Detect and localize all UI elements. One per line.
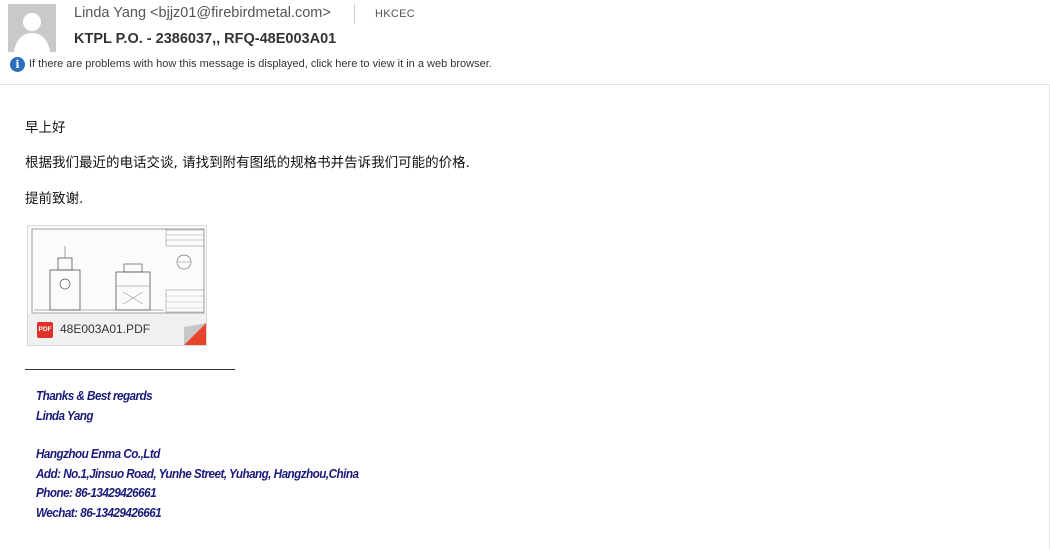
recipient-name[interactable]: HKCEC [375,8,415,20]
info-bar[interactable]: i If there are problems with how this me… [10,56,492,72]
attachment-footer[interactable]: PDF 48E003A01.PDF [28,314,206,345]
header-divider [354,4,355,24]
signature-closing: Thanks & Best regards [36,388,153,403]
message-subject: KTPL P.O. - 2386037,, RFQ-48E003A01 [74,31,337,47]
signature-wechat: Wechat: 86-13429426661 [36,505,162,520]
sender-name[interactable]: Linda Yang <bjjz01@firebirdmetal.com> [74,5,331,21]
sender-avatar[interactable] [8,4,56,52]
signature-divider [25,369,235,370]
info-bar-text[interactable]: If there are problems with how this mess… [29,58,492,70]
signature-address: Add: No.1,Jinsuo Road, Yunhe Street, Yuh… [36,466,359,481]
pdf-file-icon: PDF [37,322,53,338]
body-greeting: 早上好 [25,120,66,136]
attachment-card[interactable]: PDF 48E003A01.PDF [27,225,207,346]
info-icon: i [10,56,25,72]
signature-phone: Phone: 86-13429426661 [36,485,157,500]
attachment-thumbnail [28,226,206,314]
signature-company: Hangzhou Enma Co.,Ltd [36,446,160,461]
page-fold-icon [184,323,206,345]
body-line-2: 提前致谢. [25,191,84,207]
message-header: Linda Yang <bjjz01@firebirdmetal.com> HK… [0,0,1050,85]
body-line-1: 根据我们最近的电话交谈, 请找到附有图纸的规格书并告诉我们可能的价格. [25,155,470,171]
signature-name: Linda Yang [36,408,94,423]
attachment-file-name[interactable]: 48E003A01.PDF [60,322,150,336]
